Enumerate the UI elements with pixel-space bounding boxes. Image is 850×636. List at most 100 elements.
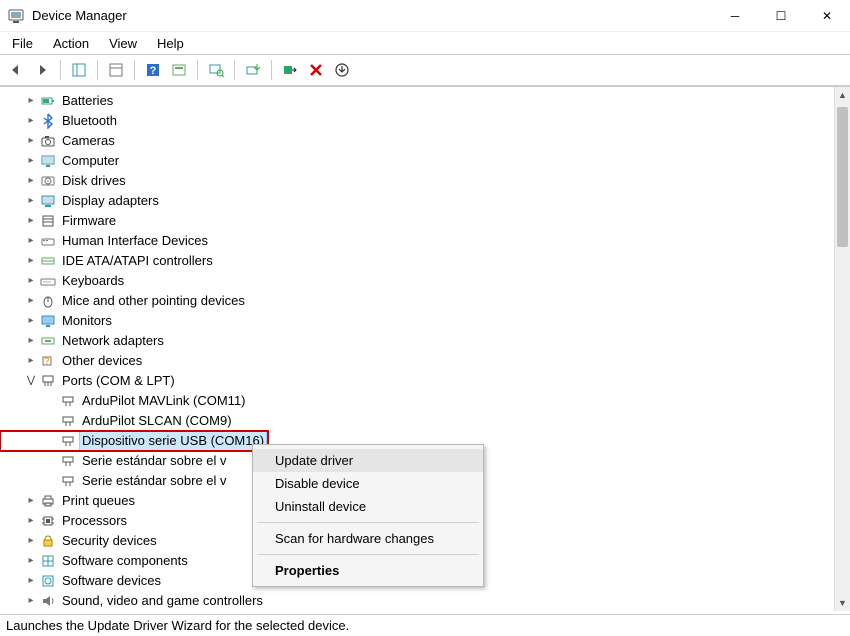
security-icon xyxy=(40,533,56,549)
tree-node-sound[interactable]: ▸ Sound, video and game controllers xyxy=(0,591,850,611)
tree-label: Monitors xyxy=(60,311,114,331)
expand-icon[interactable]: ▸ xyxy=(24,511,38,531)
expand-icon[interactable]: ▸ xyxy=(24,351,38,371)
menu-help[interactable]: Help xyxy=(149,34,192,53)
tree-label: Software components xyxy=(60,551,190,571)
context-menu-scan[interactable]: Scan for hardware changes xyxy=(253,527,483,550)
close-button[interactable]: ✕ xyxy=(804,0,850,32)
context-menu-update-driver[interactable]: Update driver xyxy=(253,449,483,472)
tree-label: Dispositivo serie USB (COM16) xyxy=(80,431,266,451)
context-menu-separator xyxy=(257,554,479,555)
menu-bar: File Action View Help xyxy=(0,32,850,54)
menu-file[interactable]: File xyxy=(4,34,41,53)
expand-icon[interactable]: ▸ xyxy=(24,191,38,211)
expand-icon[interactable]: ▸ xyxy=(24,331,38,351)
camera-icon xyxy=(40,133,56,149)
menu-view[interactable]: View xyxy=(101,34,145,53)
tree-node-port-usb-selected[interactable]: ▸ Dispositivo serie USB (COM16) xyxy=(0,431,268,451)
context-menu-uninstall-device[interactable]: Uninstall device xyxy=(253,495,483,518)
expand-icon[interactable]: ▸ xyxy=(24,211,38,231)
bluetooth-icon xyxy=(40,113,56,129)
computer-icon xyxy=(40,153,56,169)
tree-label: Other devices xyxy=(60,351,144,371)
tree-label: Display adapters xyxy=(60,191,161,211)
expand-icon[interactable]: ▸ xyxy=(24,91,38,111)
expand-icon[interactable]: ▸ xyxy=(24,271,38,291)
tree-node-keyboards[interactable]: ▸ Keyboards xyxy=(0,271,850,291)
expand-icon[interactable]: ▸ xyxy=(24,551,38,571)
maximize-button[interactable]: ☐ xyxy=(758,0,804,32)
tree-label: Mice and other pointing devices xyxy=(60,291,247,311)
toolbar: ? xyxy=(0,54,850,86)
tree-node-bluetooth[interactable]: ▸ Bluetooth xyxy=(0,111,850,131)
status-text: Launches the Update Driver Wizard for th… xyxy=(6,618,349,633)
update-driver-button[interactable] xyxy=(241,58,265,82)
tree-node-cameras[interactable]: ▸ Cameras xyxy=(0,131,850,151)
window-controls: ─ ☐ ✕ xyxy=(712,0,850,32)
ide-icon xyxy=(40,253,56,269)
tree-label: Human Interface Devices xyxy=(60,231,210,251)
tree-node-ports[interactable]: ⋁ Ports (COM & LPT) xyxy=(0,371,850,391)
scan-button[interactable] xyxy=(204,58,228,82)
tree-label: Batteries xyxy=(60,91,115,111)
tree-node-ide[interactable]: ▸ IDE ATA/ATAPI controllers xyxy=(0,251,850,271)
tree-node-firmware[interactable]: ▸ Firmware xyxy=(0,211,850,231)
install-legacy-button[interactable] xyxy=(330,58,354,82)
expand-icon[interactable]: ▸ xyxy=(24,171,38,191)
expand-icon[interactable]: ▸ xyxy=(24,311,38,331)
scrollbar-thumb[interactable] xyxy=(837,107,848,247)
menu-action[interactable]: Action xyxy=(45,34,97,53)
expand-icon[interactable]: ▸ xyxy=(24,531,38,551)
tree-label: Print queues xyxy=(60,491,137,511)
tree-node-computer[interactable]: ▸ Computer xyxy=(0,151,850,171)
port-icon xyxy=(60,393,76,409)
show-hide-tree-button[interactable] xyxy=(67,58,91,82)
vertical-scrollbar[interactable]: ▲ ▼ xyxy=(834,87,850,611)
collapse-icon[interactable]: ⋁ xyxy=(24,371,38,391)
tree-node-display[interactable]: ▸ Display adapters xyxy=(0,191,850,211)
tree-node-diskdrives[interactable]: ▸ Disk drives xyxy=(0,171,850,191)
software-device-icon xyxy=(40,573,56,589)
properties-button[interactable] xyxy=(104,58,128,82)
context-menu-properties[interactable]: Properties xyxy=(253,559,483,582)
expand-icon[interactable]: ▸ xyxy=(24,291,38,311)
tree-label: IDE ATA/ATAPI controllers xyxy=(60,251,215,271)
expand-icon[interactable]: ▸ xyxy=(24,491,38,511)
title-bar: Device Manager ─ ☐ ✕ xyxy=(0,0,850,32)
tree-node-batteries[interactable]: ▸ Batteries xyxy=(0,91,850,111)
tree-label: Software devices xyxy=(60,571,163,591)
tree-node-monitors[interactable]: ▸ Monitors xyxy=(0,311,850,331)
forward-button[interactable] xyxy=(30,58,54,82)
tree-label: Sound, video and game controllers xyxy=(60,591,265,611)
port-icon xyxy=(60,413,76,429)
minimize-button[interactable]: ─ xyxy=(712,0,758,32)
action-button[interactable] xyxy=(167,58,191,82)
tree-node-port-mavlink[interactable]: ▸ ArduPilot MAVLink (COM11) xyxy=(0,391,850,411)
context-menu-disable-device[interactable]: Disable device xyxy=(253,472,483,495)
tree-node-hid[interactable]: ▸ Human Interface Devices xyxy=(0,231,850,251)
expand-icon[interactable]: ▸ xyxy=(24,571,38,591)
expand-icon[interactable]: ▸ xyxy=(24,131,38,151)
expand-icon[interactable]: ▸ xyxy=(24,111,38,131)
expand-icon[interactable]: ▸ xyxy=(24,251,38,271)
tree-node-mice[interactable]: ▸ Mice and other pointing devices xyxy=(0,291,850,311)
disable-button[interactable] xyxy=(278,58,302,82)
expand-icon[interactable]: ▸ xyxy=(24,591,38,611)
help-button[interactable]: ? xyxy=(141,58,165,82)
tree-label: Ports (COM & LPT) xyxy=(60,371,177,391)
scroll-down-icon[interactable]: ▼ xyxy=(835,595,850,611)
scroll-up-icon[interactable]: ▲ xyxy=(835,87,850,103)
expand-icon[interactable]: ▸ xyxy=(24,151,38,171)
tree-label: Serie estándar sobre el v xyxy=(80,451,229,471)
tree-node-network[interactable]: ▸ Network adapters xyxy=(0,331,850,351)
back-button[interactable] xyxy=(4,58,28,82)
tree-node-other[interactable]: ▸ ? Other devices xyxy=(0,351,850,371)
uninstall-button[interactable] xyxy=(304,58,328,82)
mouse-icon xyxy=(40,293,56,309)
tree-label: Disk drives xyxy=(60,171,128,191)
expand-icon[interactable]: ▸ xyxy=(24,231,38,251)
tree-label: Computer xyxy=(60,151,121,171)
firmware-icon xyxy=(40,213,56,229)
tree-node-port-slcan[interactable]: ▸ ArduPilot SLCAN (COM9) xyxy=(0,411,850,431)
context-menu: Update driver Disable device Uninstall d… xyxy=(252,444,484,587)
